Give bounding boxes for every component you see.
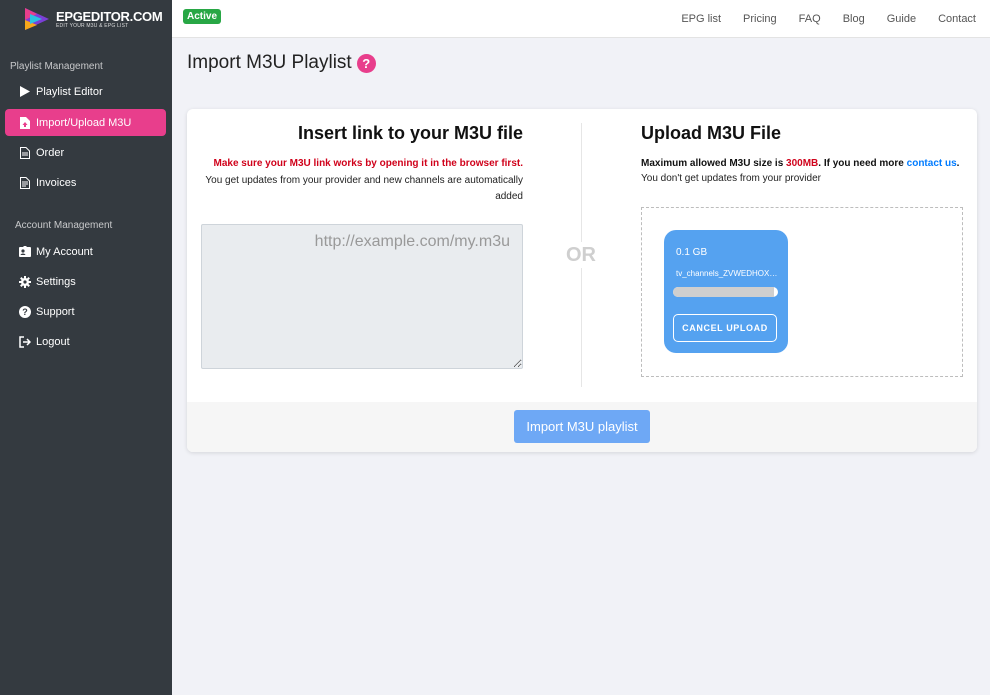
size-limit-prefix: Maximum allowed M3U size is [641,158,787,169]
brand-name: EPGEDITOR.COM [56,8,163,24]
sidebar-item-support[interactable]: ? Support [5,298,166,325]
link-info-text: You get updates from your provider and n… [205,175,523,202]
size-limit-value: 300MB [786,158,819,169]
sidebar-item-order[interactable]: Order [5,139,166,166]
nav-link-blog[interactable]: Blog [843,13,865,25]
upload-panel-title: Upload M3U File [641,123,782,143]
sidebar-item-label: Order [36,146,65,159]
link-warning-text: Make sure your M3U link works by opening… [213,158,523,169]
sidebar-item-logout[interactable]: Logout [5,328,166,355]
sidebar-item-label: Settings [36,275,76,288]
sign-out-icon [19,335,31,348]
status-badge: Active [183,9,222,24]
cancel-upload-button[interactable]: CANCEL UPLOAD [673,314,777,342]
sidebar-item-label: Invoices [36,176,77,189]
nav-link-pricing[interactable]: Pricing [743,13,777,25]
file-name: tv_channels_ZVWEDHOX… [676,269,778,278]
sidebar-item-my-account[interactable]: My Account [5,238,166,265]
brand-tagline: EDIT YOUR M3U & EPG LIST [56,22,129,29]
nav-link-faq[interactable]: FAQ [799,13,821,25]
sidebar-item-playlist-editor[interactable]: Playlist Editor [5,78,166,105]
play-icon [19,86,31,98]
top-nav-links: EPG list Pricing FAQ Blog Guide Contact [659,0,976,38]
or-separator: OR [556,242,606,268]
page-title: Import M3U Playlist ? [187,52,376,74]
sidebar-item-label: Playlist Editor [36,85,103,98]
contact-us-link[interactable]: contact us [907,158,957,169]
size-limit-suffix: . [956,158,960,169]
size-limit-text: Maximum allowed M3U size is 300MB. If yo… [641,158,966,169]
sidebar: EPGEDITOR.COM EDIT YOUR M3U & EPG LIST P… [0,0,172,695]
upload-panel: Upload M3U File Maximum allowed M3U size… [641,109,966,184]
sidebar-item-import-upload[interactable]: Import/Upload M3U [5,109,166,136]
import-card: Insert link to your M3U file Make sure y… [187,109,977,452]
nav-link-epg-list[interactable]: EPG list [681,13,721,25]
card-footer: Import M3U playlist [187,402,977,452]
file-size: 0.1 GB [676,247,708,258]
page-title-text: Import M3U Playlist [187,52,352,73]
section-title-playlist: Playlist Management [10,61,103,72]
section-title-account: Account Management [15,220,113,231]
sidebar-item-label: Import/Upload M3U [36,116,132,129]
file-icon [19,146,31,159]
m3u-url-input[interactable] [201,224,523,369]
upload-progress-bar [673,287,778,297]
sidebar-item-label: Support [36,305,75,318]
upload-progress-fill [673,287,774,297]
import-playlist-button[interactable]: Import M3U playlist [514,410,650,443]
size-limit-middle: . If you need more [818,158,907,169]
nav-link-contact[interactable]: Contact [938,13,976,25]
brand-logo-icon [22,4,52,34]
nav-link-guide[interactable]: Guide [887,13,916,25]
svg-text:?: ? [22,307,28,317]
sidebar-item-label: My Account [36,245,93,258]
no-updates-text: You don't get updates from your provider [641,173,821,184]
sidebar-item-label: Logout [36,335,70,348]
file-preview: 0.1 GB tv_channels_ZVWEDHOX… CANCEL UPLO… [664,230,788,353]
sidebar-item-invoices[interactable]: Invoices [5,169,166,196]
sidebar-item-settings[interactable]: Settings [5,268,166,295]
id-card-icon [19,246,31,258]
link-panel: Insert link to your M3U file Make sure y… [201,109,523,205]
file-text-icon [19,176,31,189]
question-circle-icon: ? [19,305,31,318]
link-panel-title: Insert link to your M3U file [297,123,523,143]
upload-dropzone[interactable]: 0.1 GB tv_channels_ZVWEDHOX… CANCEL UPLO… [641,207,963,377]
help-icon[interactable]: ? [356,53,376,73]
brand[interactable]: EPGEDITOR.COM EDIT YOUR M3U & EPG LIST [0,0,172,38]
top-navbar: Active EPG list Pricing FAQ Blog Guide C… [172,0,990,38]
gear-icon [19,275,31,288]
file-upload-icon [19,116,31,129]
